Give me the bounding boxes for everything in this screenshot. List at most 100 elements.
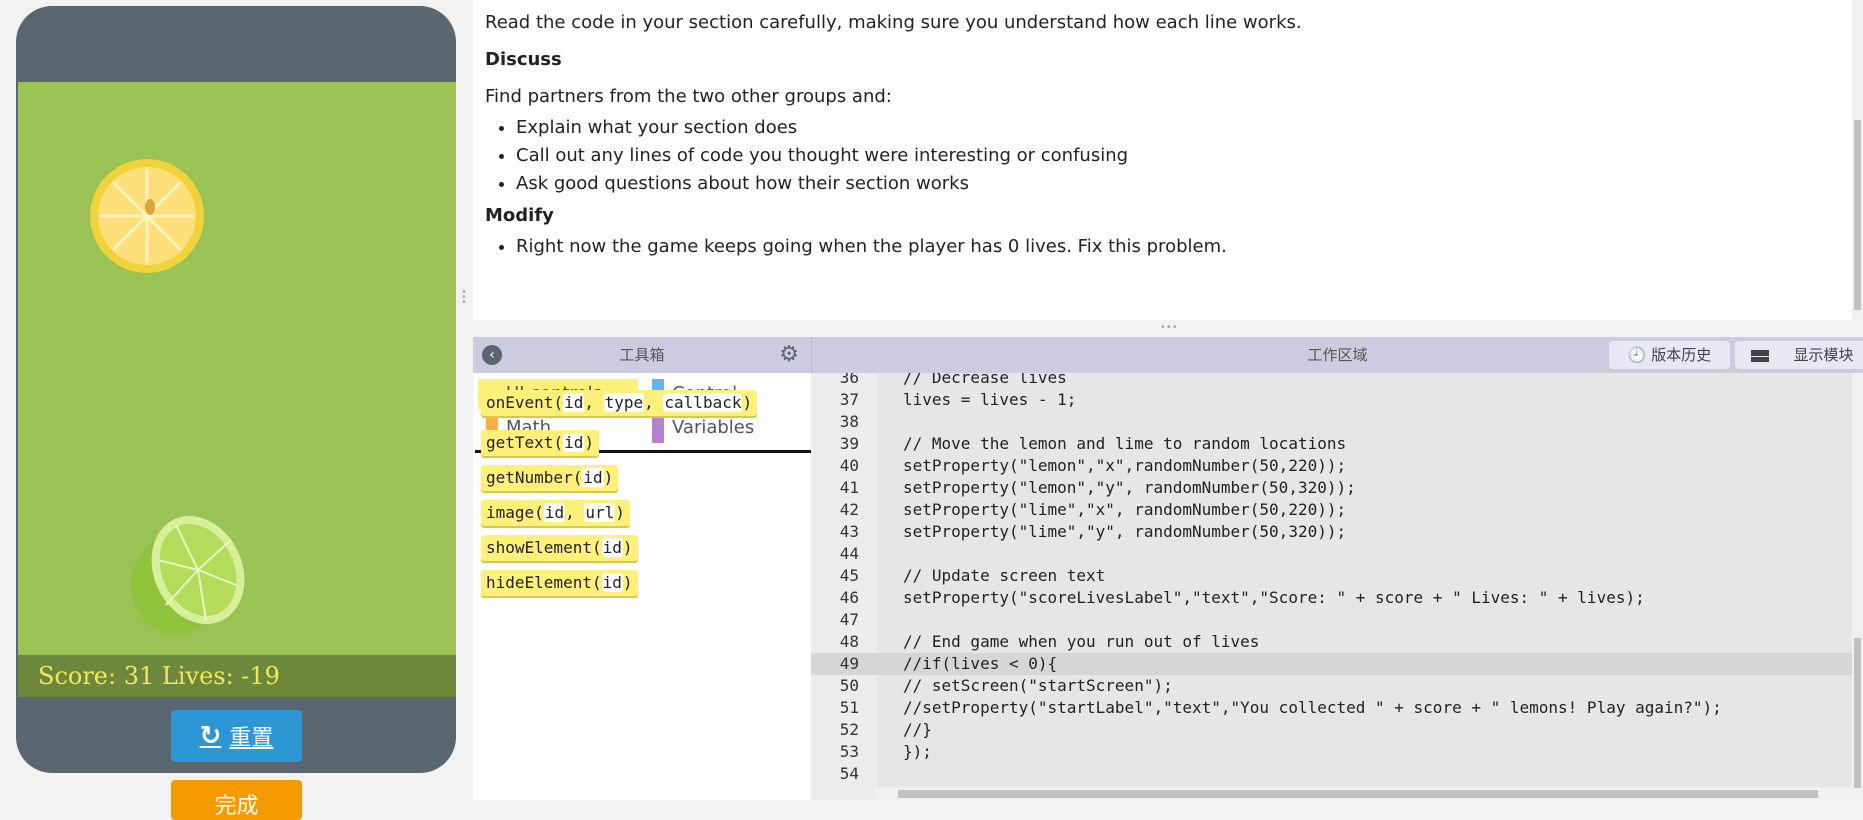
code-text: //if(lives < 0){ bbox=[903, 654, 1058, 673]
block-name: getText bbox=[486, 433, 554, 452]
line-number: 39 bbox=[839, 434, 859, 453]
code-text: setProperty("lemon","x",randomNumber(50,… bbox=[903, 456, 1347, 475]
block-param[interactable]: type bbox=[603, 393, 645, 412]
code-line[interactable]: 49 //if(lives < 0){ bbox=[811, 653, 1852, 675]
code-text: }); bbox=[903, 742, 932, 761]
reset-label: 重置 bbox=[229, 726, 274, 751]
block-param[interactable]: id bbox=[601, 573, 623, 592]
line-number: 41 bbox=[839, 478, 859, 497]
block-name: showElement bbox=[486, 538, 592, 557]
gear-icon[interactable]: ⚙ bbox=[779, 337, 799, 373]
code-line[interactable]: 46 setProperty("scoreLivesLabel","text","… bbox=[811, 587, 1852, 609]
code-text: // Decrease lives bbox=[903, 373, 1067, 387]
line-number: 50 bbox=[839, 676, 859, 695]
block-getNumber[interactable]: getNumber(id) bbox=[481, 465, 619, 491]
block-param[interactable]: id bbox=[543, 503, 566, 522]
clock-icon: 🕘 bbox=[1627, 346, 1647, 364]
line-number: 45 bbox=[839, 566, 859, 585]
code-line[interactable]: 44 bbox=[811, 543, 1852, 565]
collapse-icon[interactable]: ‹ bbox=[482, 345, 502, 365]
toolbox-panel: UI controls Control Math Variables onEve… bbox=[473, 373, 811, 800]
reset-icon: ↻ bbox=[199, 721, 222, 751]
line-number: 44 bbox=[839, 544, 859, 563]
code-line[interactable]: 37 lives = lives - 1; bbox=[811, 389, 1852, 411]
code-text: //setProperty("startLabel","text","You c… bbox=[903, 698, 1722, 717]
code-line[interactable]: 39 // Move the lemon and lime to random l… bbox=[811, 433, 1852, 455]
category-variables[interactable]: Variables bbox=[644, 413, 804, 443]
line-number: 47 bbox=[839, 610, 859, 629]
lime-image[interactable] bbox=[126, 510, 246, 638]
block-param[interactable]: id bbox=[563, 433, 585, 452]
code-text: setProperty("lemon","y", randomNumber(50… bbox=[903, 478, 1356, 497]
block-showElement[interactable]: showElement(id) bbox=[481, 535, 638, 561]
line-number: 42 bbox=[839, 500, 859, 519]
app-preview: Score: 31 Lives: -19 ↻ 重置 bbox=[16, 6, 456, 773]
code-text: //} bbox=[903, 720, 932, 739]
block-param[interactable]: url bbox=[584, 503, 616, 522]
code-line[interactable]: 53}); bbox=[811, 741, 1852, 763]
line-number: 38 bbox=[839, 412, 859, 431]
block-name: getNumber bbox=[486, 468, 573, 487]
block-hideElement[interactable]: hideElement(id) bbox=[481, 570, 638, 596]
modify-list: Right now the game keeps going when the … bbox=[516, 238, 1840, 256]
finish-button[interactable]: 完成 bbox=[171, 780, 302, 820]
code-text: lives = lives - 1; bbox=[903, 390, 1077, 409]
reset-button[interactable]: ↻ 重置 bbox=[171, 710, 302, 762]
code-line[interactable]: 54 bbox=[811, 763, 1852, 785]
block-name: onEvent bbox=[486, 393, 554, 412]
line-number: 37 bbox=[839, 390, 859, 409]
code-line[interactable]: 50 // setScreen("startScreen"); bbox=[811, 675, 1852, 697]
instructions-panel: Read the code in your section carefully,… bbox=[473, 0, 1852, 320]
code-horizontal-scrollbar[interactable] bbox=[874, 787, 1852, 800]
code-line[interactable]: 38 bbox=[811, 411, 1852, 433]
code-line[interactable]: 41 setProperty("lemon","y", randomNumber(… bbox=[811, 477, 1852, 499]
code-line[interactable]: 36 // Decrease lives bbox=[811, 373, 1852, 389]
version-history-button[interactable]: 🕘 版本历史 bbox=[1609, 341, 1730, 369]
instructions-intro: Read the code in your section carefully,… bbox=[485, 12, 1302, 33]
list-item: Explain what your section does bbox=[516, 119, 1840, 137]
line-number: 46 bbox=[839, 588, 859, 607]
block-image[interactable]: image(id, url) bbox=[481, 500, 630, 526]
line-number: 49 bbox=[839, 654, 859, 673]
discuss-text: Find partners from the two other groups … bbox=[485, 86, 892, 107]
code-line[interactable]: 51 //setProperty("startLabel","text","You… bbox=[811, 697, 1852, 719]
workspace-title: 工作区域 bbox=[1307, 346, 1368, 364]
horizontal-resize-handle[interactable]: ••• bbox=[1160, 322, 1178, 333]
modify-heading: Modify bbox=[485, 205, 554, 226]
block-onEvent[interactable]: onEvent(id, type, callback) bbox=[481, 390, 758, 416]
code-vertical-scrollbar[interactable] bbox=[1852, 373, 1863, 800]
line-number: 53 bbox=[839, 742, 859, 761]
instructions-scrollbar[interactable] bbox=[1852, 0, 1863, 320]
lemon-image[interactable] bbox=[88, 157, 206, 275]
toolbox-header: ‹ 工具箱 ⚙ bbox=[473, 337, 811, 373]
score-lives-label: Score: 31 Lives: -19 bbox=[18, 655, 456, 697]
list-item: Ask good questions about how their secti… bbox=[516, 175, 1840, 193]
block-name: hideElement bbox=[486, 573, 592, 592]
code-line[interactable]: 43 setProperty("lime","y", randomNumber(5… bbox=[811, 521, 1852, 543]
block-name: image bbox=[486, 503, 535, 522]
block-param[interactable]: id bbox=[601, 538, 623, 557]
code-text: // Move the lemon and lime to random loc… bbox=[903, 434, 1347, 453]
code-line[interactable]: 42 setProperty("lime","x", randomNumber(5… bbox=[811, 499, 1852, 521]
block-param[interactable]: id bbox=[563, 393, 585, 412]
line-number: 52 bbox=[839, 720, 859, 739]
code-line[interactable]: 45 // Update screen text bbox=[811, 565, 1852, 587]
code-editor[interactable]: 36// Decrease lives 37 lives = lives - 1; 3… bbox=[811, 373, 1852, 800]
block-param[interactable]: callback bbox=[663, 393, 743, 412]
line-number: 43 bbox=[839, 522, 859, 541]
code-line[interactable]: 47 bbox=[811, 609, 1852, 631]
block-param[interactable]: id bbox=[582, 468, 604, 487]
line-number: 40 bbox=[839, 456, 859, 475]
show-blocks-label: 显示模块 bbox=[1793, 346, 1854, 364]
version-history-label: 版本历史 bbox=[1651, 346, 1712, 364]
show-blocks-button[interactable]: 显示模块 bbox=[1735, 341, 1863, 369]
code-text: // End game when you run out of lives bbox=[903, 632, 1260, 651]
code-text: // setScreen("startScreen"); bbox=[903, 676, 1173, 695]
code-line[interactable]: 48 // End game when you run out of lives bbox=[811, 631, 1852, 653]
code-line[interactable]: 40 setProperty("lemon","x",randomNumber(5… bbox=[811, 455, 1852, 477]
block-getText[interactable]: getText(id) bbox=[481, 430, 599, 456]
category-label: Variables bbox=[672, 417, 755, 438]
code-line[interactable]: 52 //} bbox=[811, 719, 1852, 741]
toolbox-title: 工具箱 bbox=[619, 346, 665, 364]
vertical-resize-handle[interactable]: • • • bbox=[461, 288, 467, 308]
